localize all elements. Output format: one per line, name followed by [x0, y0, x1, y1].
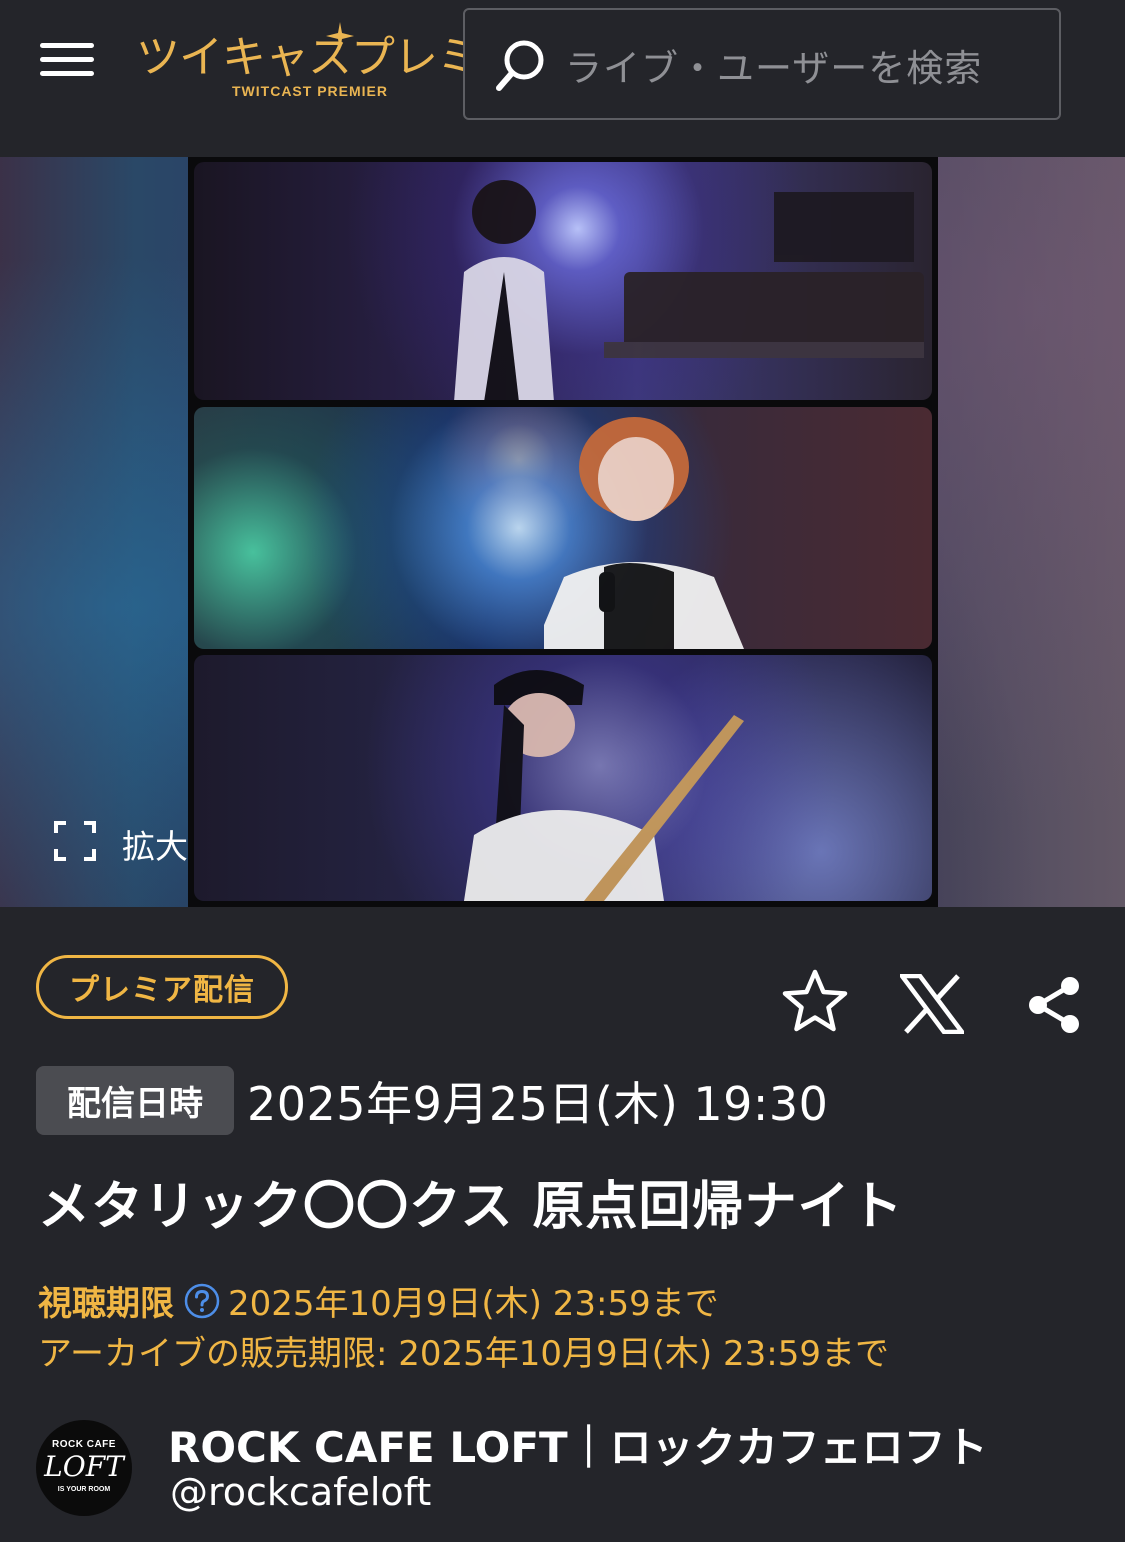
watch-limit-row: 視聴期限 2025年10月9日(木) 23:59まで	[38, 1276, 719, 1324]
keyboardist-silhouette	[454, 180, 924, 400]
help-icon[interactable]	[184, 1283, 220, 1319]
star-icon[interactable]	[780, 968, 850, 1034]
search-icon	[496, 40, 544, 91]
avatar-text-top: ROCK CAFE	[52, 1439, 116, 1450]
event-image-area[interactable]: 拡大	[0, 157, 1125, 907]
premier-badge: プレミア配信	[36, 955, 288, 1019]
expand-button[interactable]: 拡大	[52, 817, 212, 866]
search-input[interactable]: ライブ・ユーザーを検索	[463, 8, 1061, 120]
fullscreen-icon	[54, 821, 96, 861]
poster-panel-keyboardist	[194, 162, 932, 400]
broadcast-date-value: 2025年9月25日(木) 19:30	[247, 1077, 829, 1131]
share-icon[interactable]	[1026, 976, 1082, 1034]
avatar-text-bottom: IS YOUR ROOM	[57, 1486, 111, 1493]
expand-label: 拡大	[122, 827, 188, 866]
logo-subtitle: TWITCAST PREMIER	[232, 83, 388, 99]
vocalist-silhouette	[544, 417, 744, 649]
twitcast-premier-logo[interactable]: ツイキャスプレミア TWITCAST PREMIER	[136, 22, 524, 104]
logo-sparkle-icon	[326, 22, 354, 50]
poster-panel-vocalist	[194, 407, 932, 649]
event-poster[interactable]	[188, 157, 938, 907]
channel-name[interactable]: ROCK CAFE LOFT｜ロックカフェロフト	[168, 1414, 988, 1475]
app-header: ツイキャスプレミア TWITCAST PREMIER ライブ・ユーザーを検索	[0, 0, 1125, 157]
archive-sale-limit: アーカイブの販売期限: 2025年10月9日(木) 23:59まで	[38, 1334, 889, 1374]
menu-icon[interactable]	[40, 43, 94, 77]
channel-avatar[interactable]: ROCK CAFE LOFT IS YOUR ROOM	[36, 1420, 132, 1516]
avatar-text-logo: LOFT	[44, 1450, 124, 1483]
channel-handle: @rockcafeloft	[170, 1470, 432, 1514]
x-logo-icon[interactable]	[900, 974, 964, 1034]
event-title: メタリック〇〇クス 原点回帰ナイト	[38, 1177, 904, 1237]
poster-panel-guitarist	[194, 655, 932, 901]
guitarist-silhouette	[464, 670, 744, 901]
watch-limit-value: 2025年10月9日(木) 23:59まで	[228, 1284, 719, 1324]
watch-limit-label: 視聴期限	[38, 1284, 174, 1324]
broadcast-date-label: 配信日時	[36, 1066, 234, 1135]
search-placeholder: ライブ・ユーザーを検索	[565, 47, 983, 90]
